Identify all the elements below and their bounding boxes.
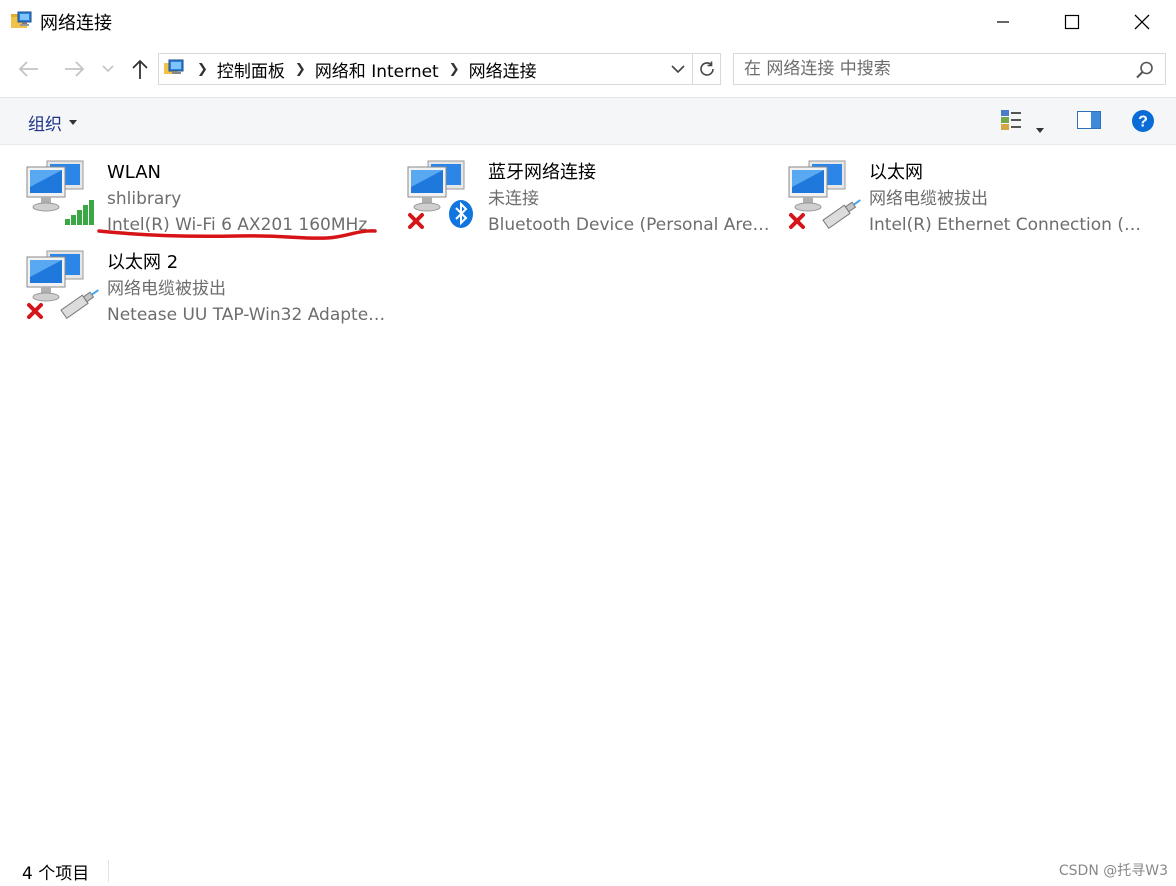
ethernet-adapter-icon: [788, 160, 861, 229]
view-details-icon: [1001, 110, 1021, 130]
connection-texts: 以太网 网络电缆被拔出 Intel(R) Ethernet Connection…: [869, 160, 1159, 238]
network-location-icon: [164, 59, 184, 74]
breadcrumb-network-connections[interactable]: 网络连接: [469, 57, 537, 82]
chevron-down-icon[interactable]: [670, 61, 686, 77]
minimize-icon: [997, 21, 1009, 23]
minimize-button[interactable]: [968, 0, 1038, 44]
organize-menu-button[interactable]: 组织: [28, 110, 77, 135]
view-options-dropdown[interactable]: [1036, 118, 1044, 137]
chevron-down-icon: [102, 65, 114, 73]
arrow-up-icon: [132, 59, 148, 79]
connection-texts: 蓝牙网络连接 未连接 Bluetooth Device (Personal Ar…: [488, 160, 778, 238]
connection-status: 网络电缆被拔出: [869, 189, 988, 209]
up-button[interactable]: [126, 56, 154, 82]
window-title: 网络连接: [40, 13, 112, 34]
caret-down-icon: [1036, 128, 1044, 133]
connection-status: 未连接: [488, 189, 539, 209]
connection-device: Intel(R) Ethernet Connection (10) I219-V: [869, 215, 1151, 235]
caret-down-icon: [69, 120, 77, 125]
connections-list: WLAN shlibrary Intel(R) Wi-Fi 6 AX201 16…: [0, 145, 1176, 845]
recent-locations-button[interactable]: [98, 56, 118, 82]
arrow-left-icon: [18, 61, 38, 77]
preview-pane-icon: [1077, 111, 1101, 129]
connection-name: 以太网 2: [107, 252, 179, 273]
connection-status: 网络电缆被拔出: [107, 279, 226, 299]
search-icon[interactable]: [1135, 60, 1155, 80]
status-divider: [108, 860, 109, 882]
change-view-button[interactable]: [1000, 108, 1024, 136]
search-input[interactable]: [734, 54, 1114, 84]
connection-device: Netease UU TAP-Win32 Adapter V9.21: [107, 305, 389, 325]
organize-label: 组织: [28, 115, 62, 135]
breadcrumb-network-internet[interactable]: 网络和 Internet: [315, 57, 439, 82]
refresh-icon: [699, 61, 714, 76]
network-connections-icon: [11, 11, 32, 28]
maximize-icon: [1064, 14, 1080, 30]
connection-name: WLAN: [107, 162, 162, 183]
connection-status: shlibrary: [107, 189, 182, 209]
connection-name: 以太网: [869, 162, 923, 183]
connection-texts: 以太网 2 网络电缆被拔出 Netease UU TAP-Win32 Adapt…: [107, 250, 397, 328]
command-bar: 组织 ?: [0, 97, 1176, 145]
close-button[interactable]: [1107, 0, 1176, 44]
connection-item-bluetooth[interactable]: 蓝牙网络连接 未连接 Bluetooth Device (Personal Ar…: [406, 147, 776, 235]
refresh-button[interactable]: [693, 53, 721, 85]
maximize-button[interactable]: [1037, 0, 1107, 44]
close-icon: [1134, 14, 1150, 30]
chevron-right-icon[interactable]: ❯: [295, 62, 306, 77]
forward-button[interactable]: [60, 56, 88, 82]
bluetooth-adapter-icon: [407, 160, 473, 229]
connection-item-ethernet[interactable]: 以太网 网络电缆被拔出 Intel(R) Ethernet Connection…: [787, 147, 1157, 235]
watermark-text: CSDN @托寻W3: [1058, 863, 1168, 879]
breadcrumb-control-panel[interactable]: 控制面板: [217, 57, 285, 82]
connection-item-wlan[interactable]: WLAN shlibrary Intel(R) Wi-Fi 6 AX201 16…: [25, 147, 395, 240]
connection-device: Bluetooth Device (Personal Area Network): [488, 215, 770, 235]
connection-name: 蓝牙网络连接: [488, 162, 596, 183]
title-bar: 网络连接: [0, 0, 1176, 44]
help-button[interactable]: ?: [1131, 109, 1155, 137]
help-icon: ?: [1132, 110, 1154, 132]
connection-item-ethernet-2[interactable]: 以太网 2 网络电缆被拔出 Netease UU TAP-Win32 Adapt…: [25, 237, 395, 325]
chevron-right-icon: ❯: [197, 61, 208, 77]
back-button[interactable]: [15, 56, 43, 82]
search-box[interactable]: [733, 53, 1166, 85]
address-bar[interactable]: ❯ 控制面板 ❯ 网络和 Internet ❯ 网络连接: [158, 53, 693, 85]
preview-pane-button[interactable]: [1077, 111, 1101, 133]
ethernet-adapter-icon: [26, 250, 99, 319]
wifi-adapter-icon: [26, 160, 94, 225]
status-bar: 4 个项目 CSDN @托寻W3: [0, 848, 1176, 886]
navigation-bar: ❯ 控制面板 ❯ 网络和 Internet ❯ 网络连接: [0, 44, 1176, 96]
svg-text:?: ?: [1138, 114, 1148, 131]
item-count: 4 个项目: [22, 864, 90, 884]
arrow-right-icon: [65, 61, 85, 77]
chevron-right-icon[interactable]: ❯: [449, 62, 460, 77]
